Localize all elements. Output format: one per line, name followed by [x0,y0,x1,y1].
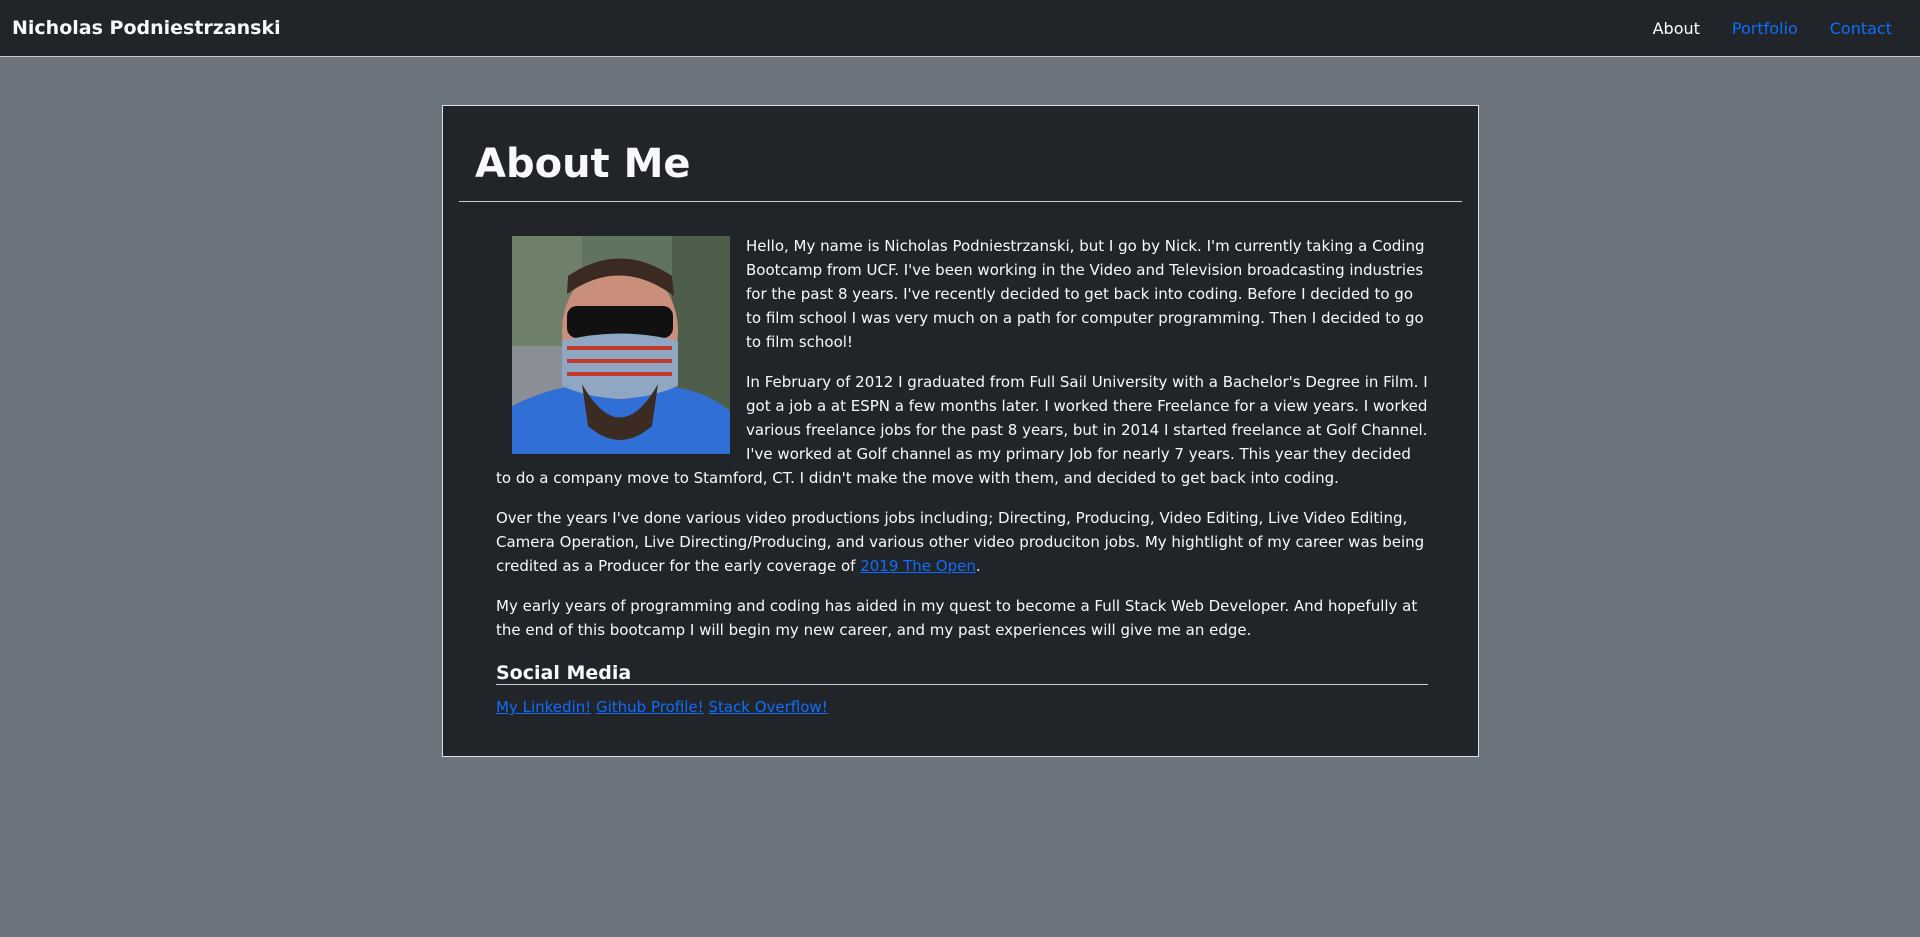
github-link[interactable]: Github Profile! [596,698,704,716]
navbar: Nicholas Podniestrzanski About Portfolio… [0,0,1920,57]
social-media-heading: Social Media [496,658,1428,685]
about-card: About Me Hello, My name is Nicholas Podn… [442,105,1479,757]
brand-link[interactable]: Nicholas Podniestrzanski [12,17,281,39]
nav-links: About Portfolio Contact [1621,19,1908,38]
career-text-end: . [975,557,981,575]
nav-link-about[interactable]: About [1653,19,1700,38]
goals-paragraph: My early years of programming and coding… [496,597,1418,639]
about-content: Hello, My name is Nicholas Podniestrzans… [496,234,1428,719]
the-open-link[interactable]: 2019 The Open [860,557,976,575]
profile-photo [512,236,730,454]
title-divider [459,201,1462,202]
nav-link-portfolio[interactable]: Portfolio [1732,19,1798,38]
stackoverflow-link[interactable]: Stack Overflow! [708,698,827,716]
social-links: My Linkedin! Github Profile! Stack Overf… [496,695,1428,719]
career-paragraph: Over the years I've done various video p… [496,506,1428,578]
nav-link-contact[interactable]: Contact [1830,19,1892,38]
linkedin-link[interactable]: My Linkedin! [496,698,591,716]
profile-photo-image [512,236,730,454]
page-title: About Me [475,141,691,187]
